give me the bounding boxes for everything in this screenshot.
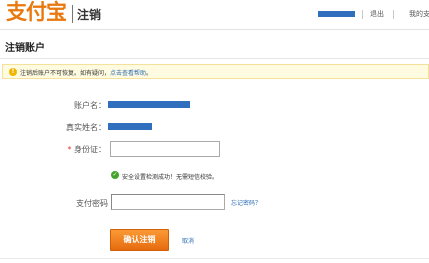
page-title: 注销账户 (5, 43, 45, 54)
page: 支付宝 注销 退出 我的支 注销账户 ! 注销后账户不可恢复。如有疑问，点击查看… (0, 0, 429, 263)
alipay-logo[interactable]: 支付宝 (6, 0, 67, 24)
confirm-cancel-account-button[interactable]: 确认注销 (110, 229, 169, 251)
header-title: 注销 (77, 8, 102, 22)
header-bottom-border (0, 29, 429, 30)
account-name-label: 账户名： (74, 101, 106, 110)
warning-icon: ! (9, 68, 17, 76)
cancel-link[interactable]: 取消 (182, 236, 194, 245)
notice-tail: 。 (146, 70, 153, 77)
username-redacted (318, 11, 355, 17)
forgot-password-link[interactable]: 忘记密码？ (231, 198, 261, 207)
my-account-link[interactable]: 我的支 (409, 9, 429, 19)
help-link[interactable]: 点击查看帮助 (110, 70, 146, 77)
pay-password-label: 支付密码 (76, 199, 108, 208)
id-card-label-row: * 身份证： (56, 144, 106, 155)
required-mark: * (67, 145, 72, 154)
logo-text: 支付宝 (6, 0, 67, 24)
check-icon: ✓ (111, 171, 119, 179)
id-card-label: 身份证： (74, 145, 106, 154)
header-separator (393, 10, 394, 19)
footer-divider (0, 258, 429, 259)
title-divider (0, 58, 429, 59)
id-card-input[interactable] (110, 141, 220, 157)
warning-notice: ! 注销后账户不可恢复。如有疑问，点击查看帮助。 (2, 64, 429, 79)
logout-link[interactable]: 退出 (370, 9, 384, 19)
real-name-label: 真实姓名： (66, 123, 106, 132)
security-check-message: 安全设置检测成功！无需短信校验。 (122, 174, 219, 181)
header-separator (362, 10, 363, 19)
header-divider (72, 5, 73, 23)
notice-message: 注销后账户不可恢复。如有疑问， (20, 70, 111, 77)
account-name-redacted (108, 101, 190, 108)
real-name-redacted (108, 123, 152, 130)
pay-password-input[interactable] (111, 194, 225, 210)
notice-text-line: 注销后账户不可恢复。如有疑问，点击查看帮助。 (20, 68, 152, 77)
